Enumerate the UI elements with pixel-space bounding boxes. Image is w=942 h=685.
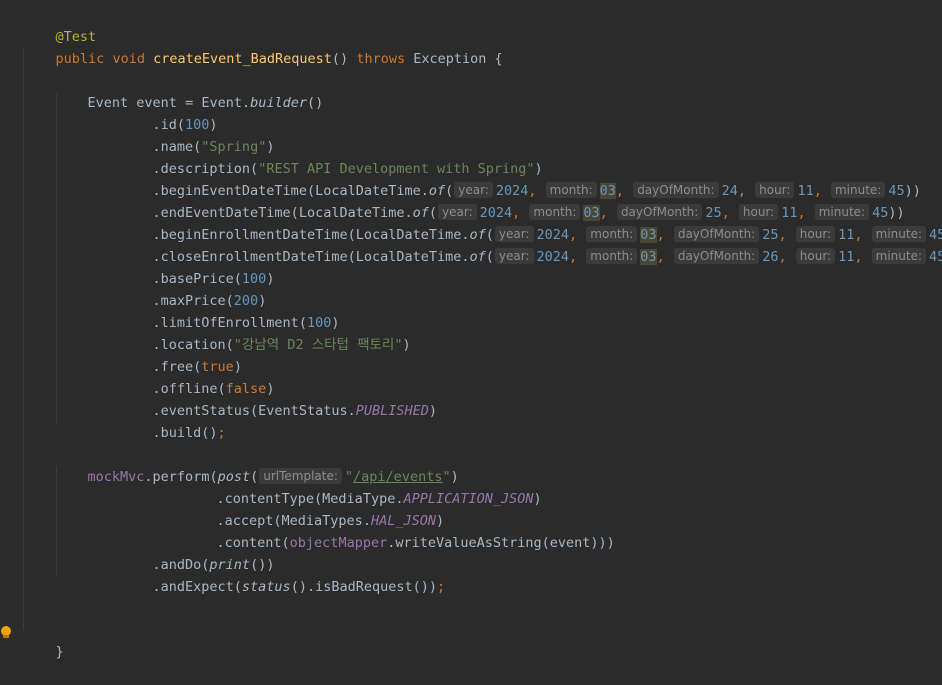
code-line-content[interactable]: .content(objectMapper.writeValueAsString…: [184, 510, 615, 551]
code-line-end-event-date[interactable]: .endEventDateTime(LocalDateTime.of(year:…: [120, 180, 905, 221]
keyword-public: public: [55, 51, 105, 67]
lightbulb-icon[interactable]: [0, 625, 12, 639]
call-write-value: .writeValueAsString(event))): [387, 535, 615, 551]
code-line-signature[interactable]: public void createEvent_BadRequest() thr…: [23, 26, 503, 67]
builder-method: builder: [250, 95, 308, 111]
field-object-mapper: objectMapper: [289, 535, 388, 551]
paren-close: )): [904, 183, 921, 199]
code-line-perform[interactable]: mockMvc.perform(post(urlTemplate: "/api/e…: [55, 444, 459, 485]
call-is-bad-request: ().isBadRequest()): [290, 579, 438, 595]
status-method: status: [241, 579, 291, 595]
semicolon: ;: [437, 579, 446, 595]
paren-close: ): [428, 403, 438, 419]
param-hint-day: dayOfMonth:: [673, 248, 760, 264]
code-line-content-type[interactable]: .contentType(MediaType.APPLICATION_JSON): [184, 466, 542, 507]
code-line-build[interactable]: .build();: [120, 400, 226, 441]
code-line-begin-enrollment-date[interactable]: .beginEnrollmentDateTime(LocalDateTime.o…: [120, 202, 942, 243]
hour-value: 11: [838, 249, 855, 265]
param-hint-month: month:: [586, 248, 638, 264]
method-name: createEvent_BadRequest: [153, 51, 332, 67]
location-value: "강남역 D2 스타텁 팩토리": [233, 337, 403, 353]
indent-guide: [23, 48, 24, 630]
param-hint-year: year:: [494, 248, 534, 264]
paren-close: ): [533, 491, 542, 507]
param-hint-minute: minute:: [871, 248, 926, 264]
code-line-and-do[interactable]: .andDo(print()): [120, 532, 275, 573]
code-line-max-price[interactable]: .maxPrice(200): [120, 268, 267, 309]
code-line-and-expect[interactable]: .andExpect(status().isBadRequest());: [120, 554, 446, 595]
day-value: 26: [762, 249, 779, 265]
year-value: 2024: [536, 249, 570, 265]
field-mockmvc: mockMvc: [87, 469, 145, 485]
call-build: .build(): [152, 425, 218, 441]
indent-guide: [56, 93, 57, 423]
code-line-builder[interactable]: Event event = Event.builder(): [55, 70, 324, 111]
paren-close: ): [266, 271, 275, 287]
code-line-free[interactable]: .free(true): [120, 334, 242, 375]
code-line-description[interactable]: .description("REST API Development with …: [120, 136, 543, 177]
status-value: PUBLISHED: [355, 403, 429, 419]
param-hint-hour: hour:: [795, 248, 836, 264]
call-parens: (): [307, 95, 324, 111]
code-editor[interactable]: @Test public void createEvent_BadRequest…: [0, 0, 942, 660]
code-line-close-enrollment-date[interactable]: .closeEnrollmentDateTime(LocalDateTime.o…: [120, 224, 942, 265]
semicolon: ;: [217, 425, 226, 441]
keyword-void: void: [112, 51, 145, 67]
paren-close: ): [402, 337, 411, 353]
brace-open: {: [494, 51, 503, 67]
code-line-brace-close[interactable]: }: [23, 619, 64, 660]
of-method: of: [469, 249, 486, 265]
parens: (): [331, 51, 349, 67]
code-line-name[interactable]: .name("Spring"): [120, 114, 275, 155]
brace-close: }: [55, 644, 64, 660]
code-line-base-price[interactable]: .basePrice(100): [120, 246, 275, 287]
code-line-begin-event-date[interactable]: .beginEventDateTime(LocalDateTime.of(yea…: [120, 158, 921, 199]
exception-type: Exception: [413, 51, 487, 67]
minute-value: 45: [929, 249, 942, 265]
code-line-location[interactable]: .location("강남역 D2 스타텁 팩토리"): [120, 312, 411, 353]
code-line-annotation[interactable]: @Test: [23, 4, 97, 45]
month-value: 03: [640, 249, 657, 265]
call-and-expect: .andExpect(: [152, 579, 242, 595]
code-line-limit[interactable]: .limitOfEnrollment(100): [120, 290, 340, 331]
keyword-throws: throws: [356, 51, 406, 67]
code-line-id[interactable]: .id(100): [120, 92, 218, 133]
code-line-offline[interactable]: .offline(false): [120, 356, 275, 397]
code-line-accept[interactable]: .accept(MediaTypes.HAL_JSON): [184, 488, 445, 529]
code-line-event-status[interactable]: .eventStatus(EventStatus.PUBLISHED): [120, 378, 438, 419]
